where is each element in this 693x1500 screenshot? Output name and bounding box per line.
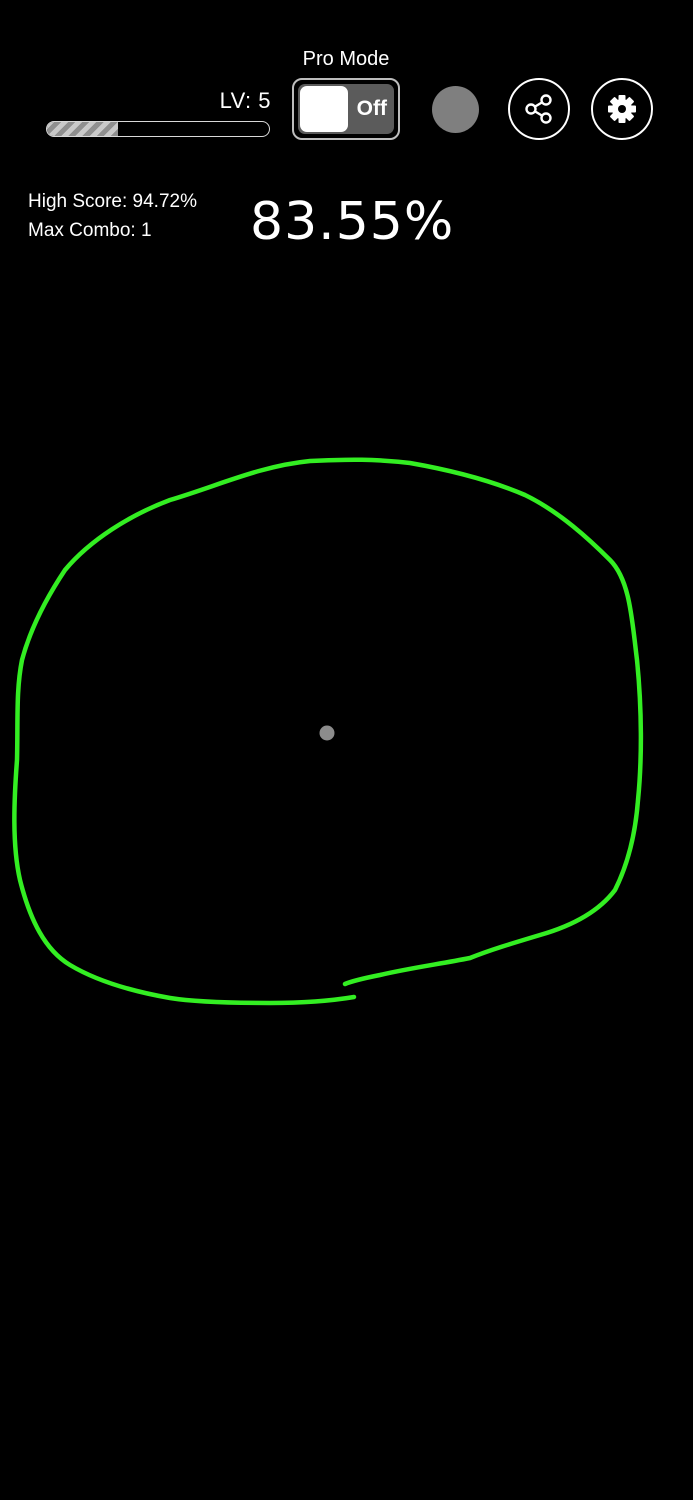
center-target-dot (319, 725, 335, 741)
drawing-canvas[interactable] (0, 0, 693, 1500)
